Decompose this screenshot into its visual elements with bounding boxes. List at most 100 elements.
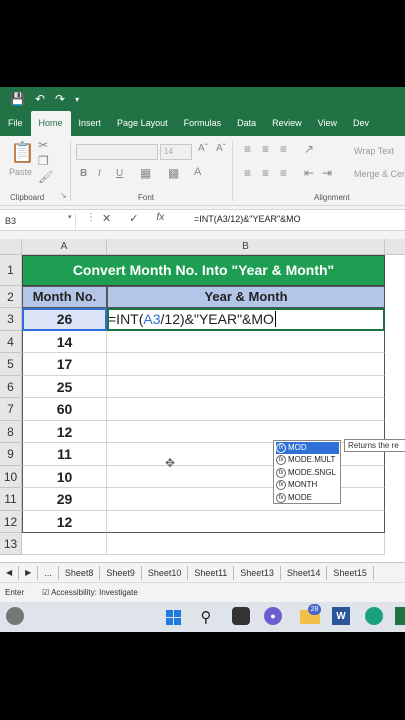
sheet-nav-prev-icon[interactable]: ◀ [0,565,20,580]
customize-qat-icon[interactable]: ▾ [75,95,79,104]
cell-a12[interactable]: 12 [22,511,107,533]
sheet-tab[interactable]: Sheet8 [59,565,101,580]
row-header-11[interactable]: 11 [0,488,22,511]
fill-color-icon[interactable]: ▩ [168,166,179,180]
border-icon[interactable]: ▦ [140,166,151,180]
cell-b6[interactable] [107,376,385,398]
sheet-tab[interactable]: Sheet9 [100,565,142,580]
font-color-icon[interactable]: A [194,166,201,178]
header-year-month[interactable]: Year & Month [107,286,385,308]
excel-taskbar-icon[interactable] [395,607,405,625]
tab-page-layout[interactable]: Page Layout [109,111,176,136]
sheet-tab[interactable]: Sheet10 [142,565,189,580]
search-icon[interactable]: ⚲ [196,607,216,627]
undo-icon[interactable]: ↶ [35,92,45,106]
row-header-3[interactable]: 3 [0,308,22,331]
cell-a4[interactable]: 14 [22,331,107,353]
column-header-b[interactable]: B [107,239,385,255]
start-icon[interactable] [163,607,183,627]
underline-button[interactable]: U [116,168,123,179]
tab-home[interactable]: Home [30,111,71,136]
cell-a11[interactable]: 29 [22,488,107,511]
autocomplete-item[interactable]: fx MODE.SNGL [276,467,339,479]
cell-a9[interactable]: 11 [22,443,107,466]
autocomplete-item[interactable]: fx MOD [276,442,339,454]
cell-b10[interactable] [107,466,385,488]
formula-input[interactable]: =INT(A3/12)&"YEAR"&MO [194,214,301,224]
align-left-icon[interactable]: ≡ [244,166,251,180]
autocomplete-item[interactable]: fx MONTH [276,479,339,491]
cut-icon[interactable]: ✂ [38,138,48,152]
cell-b4[interactable] [107,331,385,353]
tab-view[interactable]: View [310,111,345,136]
chat-icon[interactable]: ● [264,607,282,625]
cell-a6[interactable]: 25 [22,376,107,398]
cell-b11[interactable] [107,488,385,511]
tab-formulas[interactable]: Formulas [176,111,230,136]
row-header-7[interactable]: 7 [0,398,22,421]
decrease-indent-icon[interactable]: ⇤ [304,166,314,180]
font-name-box[interactable] [76,144,158,160]
increase-indent-icon[interactable]: ⇥ [322,166,332,180]
align-center-icon[interactable]: ≡ [262,166,269,180]
sheet-tab[interactable]: Sheet11 [188,565,235,580]
align-top-icon[interactable]: ≡ [244,142,251,156]
orientation-icon[interactable]: ↗ [304,142,314,156]
header-month-no[interactable]: Month No. [22,286,107,308]
sheet-tab-more[interactable]: ... [38,565,59,580]
tab-developer[interactable]: Dev [345,111,377,136]
font-size-box[interactable]: 14 [160,144,192,160]
cell-a13[interactable] [22,533,107,555]
redo-icon[interactable]: ↷ [55,92,65,106]
tab-review[interactable]: Review [264,111,310,136]
sheet-tab[interactable]: Sheet15 [327,565,374,580]
align-middle-icon[interactable]: ≡ [262,142,269,156]
function-autocomplete-list[interactable]: fx MOD fx MODE.MULT fx MODE.SNGL fx MONTH fx MODE [273,440,341,504]
more-options-icon[interactable]: ⋮ [86,212,96,223]
save-icon[interactable]: 💾 [10,92,25,106]
tab-data[interactable]: Data [229,111,264,136]
paste-button[interactable]: Paste [9,167,32,177]
italic-button[interactable]: I [98,168,101,179]
cell-a7[interactable]: 60 [22,398,107,421]
row-header-1[interactable]: 1 [0,255,22,286]
align-right-icon[interactable]: ≡ [280,166,287,180]
row-header-9[interactable]: 9 [0,443,22,466]
meet-icon[interactable] [232,607,250,625]
name-box-dropdown-icon[interactable]: ▾ [68,213,72,221]
row-header-13[interactable]: 13 [0,533,22,555]
decrease-font-icon[interactable]: Aˇ [216,143,226,154]
column-header-c[interactable] [385,239,405,255]
cell-b12[interactable] [107,511,385,533]
edge-icon[interactable] [365,607,383,625]
row-header-5[interactable]: 5 [0,353,22,376]
increase-font-icon[interactable]: Aˆ [198,143,208,154]
title-cell[interactable]: Convert Month No. Into "Year & Month" [22,255,385,286]
name-box[interactable]: B3 [2,213,76,229]
accessibility-status[interactable]: ☑ Accessibility: Investigate [42,588,138,597]
tab-insert[interactable]: Insert [71,111,110,136]
autocomplete-item[interactable]: fx MODE.MULT [276,454,339,466]
merge-center-button[interactable]: Merge & Cen [354,169,405,179]
select-all-corner[interactable] [0,239,22,255]
format-painter-icon[interactable]: 🖌 [38,170,53,184]
cell-b7[interactable] [107,398,385,421]
column-header-a[interactable]: A [22,239,107,255]
cell-b3[interactable]: =INT(A3/12)&"YEAR"&MO [107,308,385,331]
autocomplete-item[interactable]: fx MODE [276,492,339,504]
paste-icon[interactable]: 📋 [10,140,35,165]
row-header-4[interactable]: 4 [0,331,22,353]
cell-a10[interactable]: 10 [22,466,107,488]
copy-icon[interactable]: ❐ [38,154,49,168]
cancel-entry-button[interactable]: ✕ [102,212,111,225]
cell-a8[interactable]: 12 [22,421,107,443]
cell-b13[interactable] [107,533,385,555]
row-header-2[interactable]: 2 [0,286,22,308]
row-header-8[interactable]: 8 [0,421,22,443]
word-icon[interactable]: W [332,607,350,625]
cell-a3[interactable]: 26 [22,308,107,331]
bold-button[interactable]: B [80,168,87,179]
row-header-12[interactable]: 12 [0,511,22,533]
weather-icon[interactable] [6,607,24,625]
sheet-tab[interactable]: Sheet14 [281,565,328,580]
